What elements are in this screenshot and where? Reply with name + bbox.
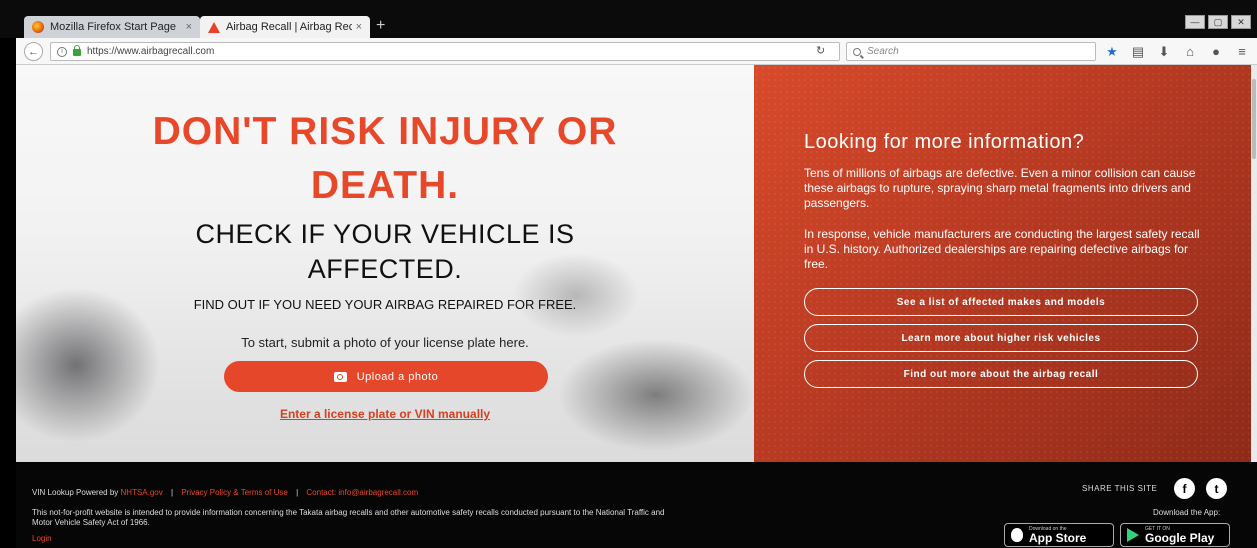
badge-text: Download on the App Store — [1029, 526, 1087, 545]
chat-icon[interactable]: ● — [1206, 42, 1226, 61]
maximize-button[interactable]: ▢ — [1208, 15, 1228, 29]
footer: VIN Lookup Powered by NHTSA.gov | Privac… — [16, 462, 1257, 548]
share-label: SHARE THIS SITE — [1082, 484, 1158, 493]
footer-links: VIN Lookup Powered by NHTSA.gov | Privac… — [32, 488, 418, 497]
headline: DON'T RISK INJURY OR — [152, 110, 618, 153]
tab-firefox-start[interactable]: Mozilla Firefox Start Page × — [24, 16, 200, 38]
menu-icon[interactable]: ≡ — [1232, 42, 1252, 61]
upload-photo-button[interactable]: Upload a photo — [224, 361, 548, 392]
twitter-icon[interactable]: t — [1206, 478, 1227, 499]
tab-close-icon[interactable]: × — [186, 21, 192, 33]
window-controls: — ▢ ✕ — [1185, 15, 1251, 29]
upload-button-label: Upload a photo — [356, 370, 439, 383]
instructions-text: To start, submit a photo of your license… — [241, 335, 529, 350]
search-icon — [853, 47, 861, 56]
powered-by-text: VIN Lookup Powered by — [32, 488, 119, 497]
scrollbar-thumb[interactable] — [1252, 79, 1256, 159]
login-link[interactable]: Login — [32, 534, 52, 543]
reload-icon[interactable]: ↻ — [816, 44, 825, 57]
info-icon[interactable]: i — [57, 46, 67, 57]
affected-makes-button[interactable]: See a list of affected makes and models — [804, 288, 1198, 316]
page-scrollbar[interactable] — [1251, 65, 1257, 462]
info-paragraph: Tens of millions of airbags are defectiv… — [804, 166, 1196, 210]
badge-text: GET IT ON Google Play — [1145, 526, 1215, 545]
enter-manually-link[interactable]: Enter a license plate or VIN manually — [16, 407, 754, 421]
minimize-button[interactable]: — — [1185, 15, 1205, 29]
download-icon[interactable]: ⬇ — [1154, 42, 1174, 61]
google-play-icon — [1127, 528, 1139, 542]
url-bar[interactable]: i https://www.airbagrecall.com — [50, 42, 840, 61]
nhtsa-link[interactable]: NHTSA.gov — [121, 488, 163, 497]
info-panel: Looking for more information? Tens of mi… — [754, 65, 1251, 462]
back-button[interactable]: ← — [24, 42, 43, 61]
disclaimer-text: This not-for-profit website is intended … — [32, 508, 665, 527]
tab-label: Airbag Recall | Airbag Recall — [226, 21, 352, 33]
info-paragraph: In response, vehicle manufacturers are c… — [804, 227, 1200, 271]
search-input[interactable]: Search — [846, 42, 1096, 61]
badge-big-text: App Store — [1029, 530, 1087, 545]
facebook-icon[interactable]: f — [1174, 478, 1195, 499]
lock-icon — [73, 45, 81, 56]
tab-close-icon[interactable]: × — [356, 21, 362, 33]
download-app-label: Download the App: — [1153, 508, 1221, 517]
headline: DEATH. — [310, 164, 460, 207]
apple-icon — [1011, 528, 1023, 542]
url-text: https://www.airbagrecall.com — [87, 46, 215, 57]
find-out-text: FIND OUT IF YOU NEED YOUR AIRBAG REPAIRE… — [193, 297, 577, 312]
tab-airbag-recall[interactable]: Airbag Recall | Airbag Recall × — [200, 16, 370, 38]
separator: | — [296, 488, 299, 497]
toolbar-icons: ★ ▤ ⬇ ⌂ ● ≡ — [1102, 42, 1252, 61]
home-icon[interactable]: ⌂ — [1180, 42, 1200, 61]
recall-info-button[interactable]: Find out more about the airbag recall — [804, 360, 1198, 388]
firefox-icon — [32, 21, 44, 33]
close-window-button[interactable]: ✕ — [1231, 15, 1251, 29]
separator: | — [170, 488, 174, 497]
star-icon[interactable]: ★ — [1102, 42, 1122, 61]
higher-risk-button[interactable]: Learn more about higher risk vehicles — [804, 324, 1198, 352]
navigation-bar: ← i https://www.airbagrecall.com ↻ Searc… — [16, 38, 1257, 65]
hero-section: DON'T RISK INJURY OR DEATH. CHECK IF YOU… — [16, 65, 754, 462]
badge-big-text: Google Play — [1145, 530, 1215, 545]
camera-icon — [333, 371, 347, 382]
subheadline: AFFECTED. — [307, 254, 463, 284]
contact-link[interactable]: Contact: info@airbagrecall.com — [306, 488, 418, 497]
airbag-favicon-icon — [208, 21, 220, 33]
browser-tab-bar: Mozilla Firefox Start Page × Airbag Reca… — [0, 0, 1257, 38]
app-store-badge[interactable]: Download on the App Store — [1004, 523, 1114, 547]
reading-list-icon[interactable]: ▤ — [1128, 42, 1148, 61]
info-title: Looking for more information? — [804, 131, 1085, 153]
subheadline: CHECK IF YOUR VEHICLE IS — [195, 219, 575, 249]
tab-label: Mozilla Firefox Start Page — [50, 21, 176, 33]
privacy-link[interactable]: Privacy Policy & Terms of Use — [181, 488, 288, 497]
new-tab-button[interactable]: + — [376, 17, 385, 35]
google-play-badge[interactable]: GET IT ON Google Play — [1120, 523, 1230, 547]
search-placeholder: Search — [867, 46, 899, 57]
